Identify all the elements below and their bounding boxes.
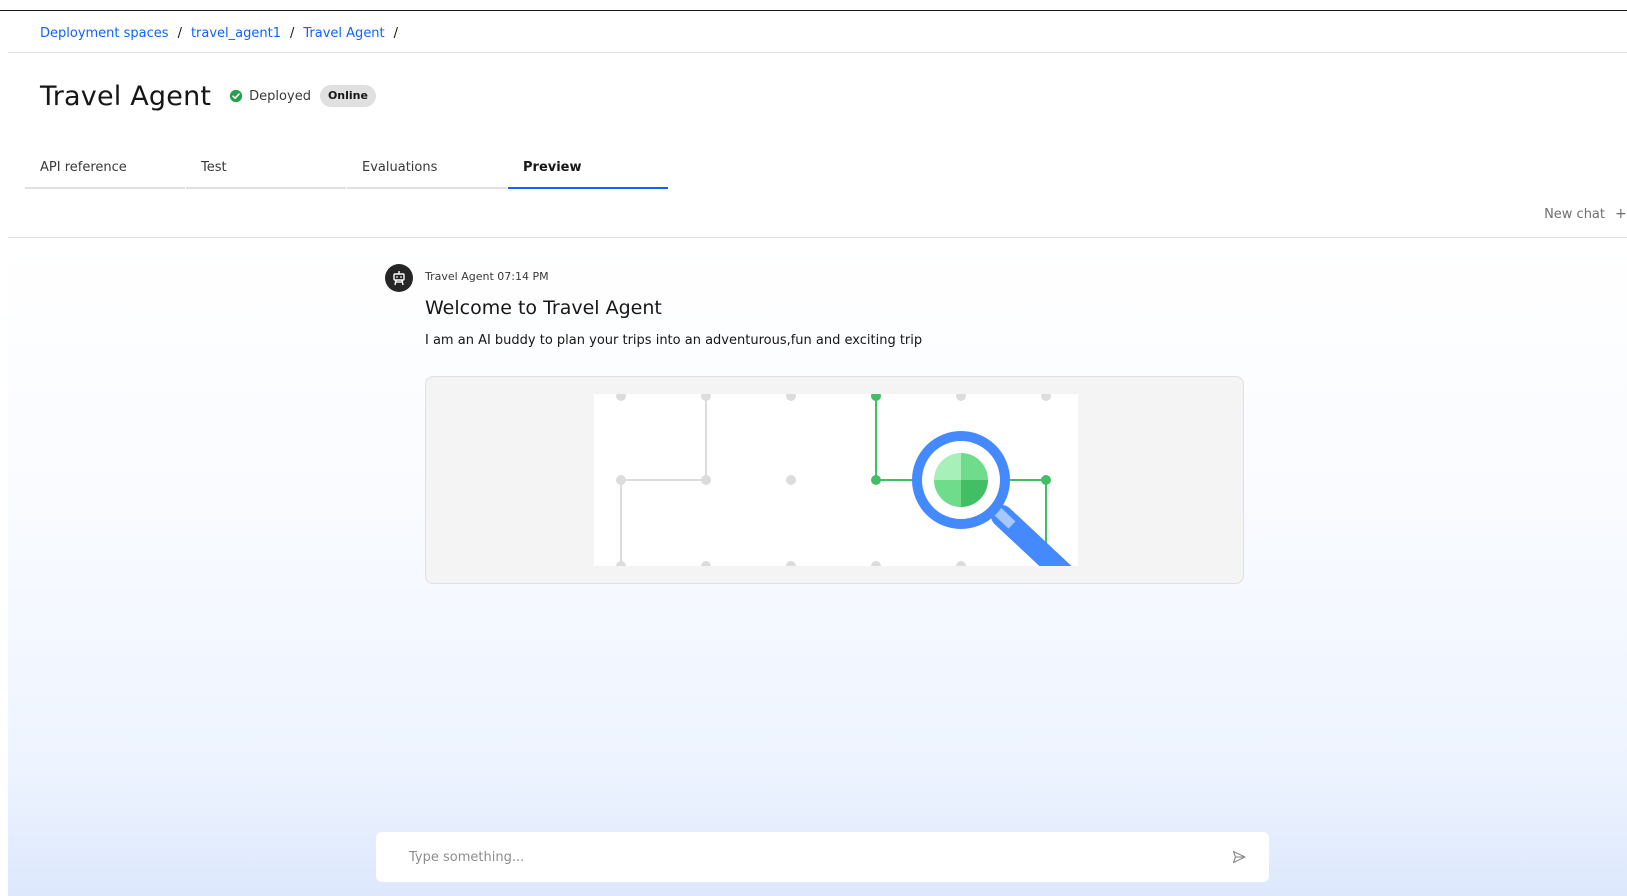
send-icon[interactable] [1231, 849, 1247, 865]
message-image-card [425, 376, 1244, 584]
tab-list: API reference Test Evaluations Preview [25, 154, 669, 189]
status-label: Deployed [249, 88, 311, 104]
breadcrumb: Deployment spaces / travel_agent1 / Trav… [40, 23, 407, 43]
plus-icon: + [1615, 206, 1627, 222]
breadcrumb-space[interactable]: travel_agent1 [191, 26, 281, 41]
breadcrumb-separator: / [177, 25, 182, 41]
message-title: Welcome to Travel Agent [425, 297, 662, 319]
magnifier-network-illustration [594, 394, 1078, 566]
message-meta: Travel Agent 07:14 PM [425, 270, 549, 283]
robot-icon [393, 271, 405, 286]
agent-avatar [385, 264, 413, 292]
deployment-status: Deployed [229, 89, 311, 104]
tab-preview[interactable]: Preview [508, 154, 668, 189]
tab-api-reference[interactable]: API reference [25, 154, 185, 189]
chat-input-container [376, 832, 1269, 882]
breadcrumb-divider [8, 52, 1627, 53]
breadcrumb-deployment-spaces[interactable]: Deployment spaces [40, 26, 169, 41]
message-sender: Travel Agent [425, 270, 494, 283]
message-time: 07:14 PM [497, 270, 549, 283]
breadcrumb-agent[interactable]: Travel Agent [303, 26, 384, 41]
new-chat-label: New chat [1544, 206, 1605, 222]
message-text: I am an AI buddy to plan your trips into… [425, 333, 923, 348]
page-title: Travel Agent [40, 80, 212, 112]
breadcrumb-separator: / [290, 25, 295, 41]
breadcrumb-separator: / [393, 25, 399, 41]
title-row: Travel Agent Deployed Online [40, 76, 376, 116]
new-chat-button[interactable]: New chat + [1544, 204, 1627, 224]
check-circle-icon [230, 89, 243, 103]
chat-input[interactable] [376, 832, 1231, 882]
tab-test[interactable]: Test [186, 154, 346, 189]
status-badge: Online [319, 85, 376, 107]
top-border [0, 10, 1627, 11]
tab-evaluations[interactable]: Evaluations [347, 154, 507, 189]
